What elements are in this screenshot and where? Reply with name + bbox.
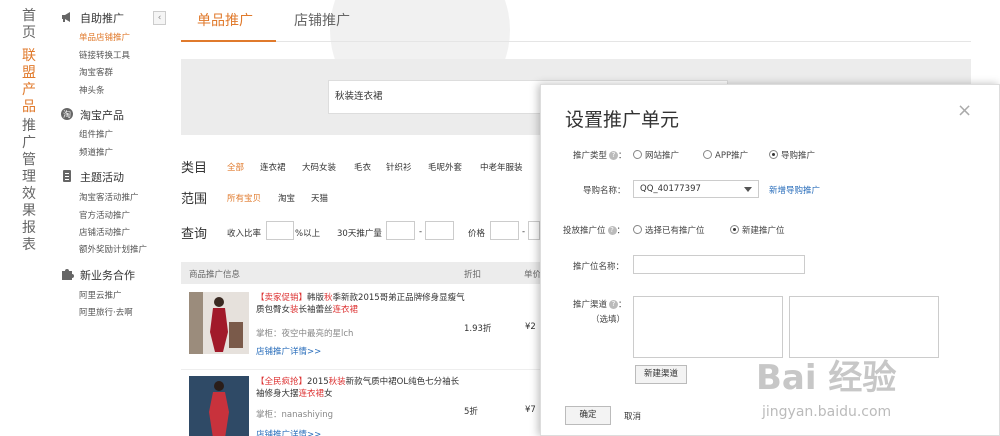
channel-label: 推广渠道?： xyxy=(573,300,627,310)
sidebar-item-headline[interactable]: 神头条 xyxy=(79,84,105,96)
active-tab-indicator xyxy=(181,40,276,42)
radio-new-slot[interactable]: 新建推广位 xyxy=(730,224,785,236)
shop-detail-link[interactable]: 店铺推广详情>> xyxy=(256,345,321,357)
tab-single-item[interactable]: 单品推广 xyxy=(197,10,253,30)
product-thumbnail[interactable] xyxy=(189,376,249,436)
radio-guide-promotion[interactable]: 导购推广 xyxy=(769,149,815,161)
category-wool-coat[interactable]: 毛呢外套 xyxy=(428,161,462,173)
sidebar-item-channel-promotion[interactable]: 频道推广 xyxy=(79,146,113,158)
product-title-link[interactable]: 【全民疯抢】2015秋装新款气质中裙OL纯色七分袖长袖修身大摆连衣裙女 xyxy=(256,376,466,400)
new-guide-link[interactable]: 新增导购推广 xyxy=(769,184,820,196)
new-channel-button[interactable]: 新建渠道 xyxy=(635,365,687,384)
watermark-logo: Bai 经验 xyxy=(756,358,897,398)
scope-label: 范围 xyxy=(181,192,208,207)
ratio-label: 收入比率 xyxy=(227,229,262,239)
price-value: ¥7 xyxy=(525,405,536,415)
sidebar-item-taoke-group[interactable]: 淘宝客群 xyxy=(79,66,113,78)
scope-taobao[interactable]: 淘宝 xyxy=(278,192,295,204)
category-label: 类目 xyxy=(181,161,208,176)
table-row: 【卖家促销】韩版秋季新款2015哥弟正品牌修身显瘦气质包臀女装长袖蕾丝连衣裙 掌… xyxy=(181,286,541,370)
category-knitwear[interactable]: 针织衫 xyxy=(386,161,412,173)
price-max-input[interactable] xyxy=(528,221,540,240)
header-discount: 折扣 xyxy=(464,270,482,280)
category-sweater[interactable]: 毛衣 xyxy=(354,161,371,173)
chevron-down-icon xyxy=(744,187,752,192)
svg-text:淘: 淘 xyxy=(63,109,71,119)
volume-dash: - xyxy=(419,227,423,237)
help-icon[interactable]: ? xyxy=(607,226,617,235)
header-product-info: 商品推广信息 xyxy=(189,270,241,280)
shop-owner: 掌柜：夜空中最亮的星lch xyxy=(256,329,354,339)
price-min-input[interactable] xyxy=(490,221,519,240)
shop-detail-link[interactable]: 店铺推广详情>> xyxy=(256,428,321,436)
sidebar-item-extra-reward[interactable]: 额外奖励计划推广 xyxy=(79,243,147,255)
radio-website-promotion[interactable]: 网站推广 xyxy=(633,149,679,161)
nav-item-home[interactable]: 首页 xyxy=(22,8,38,42)
taobao-icon: 淘 xyxy=(61,108,73,120)
sidebar-item-taoke-activity[interactable]: 淘宝客活动推广 xyxy=(79,191,139,203)
watermark-url: jingyan.baidu.com xyxy=(762,404,892,420)
guide-name-label: 导购名称： xyxy=(583,186,626,196)
section-title-taobao-products: 淘宝产品 xyxy=(80,109,124,122)
primary-vertical-nav: 首页 联盟产品 推广管理 效果报表 xyxy=(0,0,52,436)
help-icon[interactable]: ? xyxy=(609,300,619,309)
category-elderly[interactable]: 中老年服装 xyxy=(480,161,523,173)
scope-all[interactable]: 所有宝贝 xyxy=(227,192,261,204)
sidebar-item-aliyun[interactable]: 阿里云推广 xyxy=(79,289,122,301)
nav-item-alliance-products[interactable]: 联盟产品 xyxy=(22,48,38,116)
cancel-button[interactable]: 取消 xyxy=(624,410,641,422)
puzzle-icon xyxy=(62,269,74,280)
radio-existing-slot[interactable]: 选择已有推广位 xyxy=(633,224,705,236)
ratio-input[interactable] xyxy=(266,221,294,240)
list-icon xyxy=(63,170,71,182)
category-all[interactable]: 全部 xyxy=(227,161,244,173)
dialog-title: 设置推广单元 xyxy=(565,109,680,131)
section-title-theme-activities: 主题活动 xyxy=(80,171,124,184)
section-title-new-business: 新业务合作 xyxy=(80,269,135,282)
query-label: 查询 xyxy=(181,227,208,242)
category-plus-size[interactable]: 大码女装 xyxy=(302,161,336,173)
nav-item-promotion-management[interactable]: 推广管理 xyxy=(22,118,38,186)
ratio-suffix: %以上 xyxy=(295,229,321,239)
baidu-jingyan-watermark: Bai 经验 jingyan.baidu.com xyxy=(756,340,996,436)
sidebar-item-link-converter[interactable]: 链接转换工具 xyxy=(79,49,130,61)
slot-name-input[interactable] xyxy=(633,255,805,274)
megaphone-icon xyxy=(62,12,70,22)
discount-value: 1.93折 xyxy=(464,324,492,334)
guide-name-select[interactable]: QQ_40177397 xyxy=(633,180,759,198)
tab-shop[interactable]: 店铺推广 xyxy=(294,10,350,30)
header-unit-price: 单价 xyxy=(524,270,542,280)
secondary-sidebar: 自助推广 单品店铺推广 链接转换工具 淘宝客群 神头条 淘 淘宝产品 组件推广 … xyxy=(52,0,170,436)
tab-bar: 单品推广 店铺推广 xyxy=(181,0,971,42)
product-thumbnail[interactable] xyxy=(189,292,249,354)
sidebar-item-official-activity[interactable]: 官方活动推广 xyxy=(79,209,130,221)
channel-optional-hint: （选填） xyxy=(591,315,626,325)
confirm-button[interactable]: 确定 xyxy=(565,406,611,425)
category-dress[interactable]: 连衣裙 xyxy=(260,161,286,173)
sidebar-item-single-shop-promotion[interactable]: 单品店铺推广 xyxy=(79,31,130,43)
volume-max-input[interactable] xyxy=(425,221,454,240)
radio-app-promotion[interactable]: APP推广 xyxy=(703,149,748,161)
promo-type-label: 推广类型?： xyxy=(573,151,627,161)
table-row: 【全民疯抢】2015秋装新款气质中裙OL纯色七分袖长袖修身大摆连衣裙女 掌柜：n… xyxy=(181,370,541,436)
discount-value: 5折 xyxy=(464,407,478,417)
product-title-link[interactable]: 【卖家促销】韩版秋季新款2015哥弟正品牌修身显瘦气质包臀女装长袖蕾丝连衣裙 xyxy=(256,292,466,316)
volume-label: 30天推广量 xyxy=(337,229,382,239)
sidebar-item-widget-promotion[interactable]: 组件推广 xyxy=(79,128,113,140)
sidebar-item-shop-activity[interactable]: 店铺活动推广 xyxy=(79,226,130,238)
slot-name-label: 推广位名称： xyxy=(573,262,625,272)
scope-tmall[interactable]: 天猫 xyxy=(311,192,328,204)
shop-owner: 掌柜：nanashiying xyxy=(256,410,334,420)
price-dash: - xyxy=(522,227,526,237)
close-icon[interactable]: × xyxy=(957,100,972,121)
volume-min-input[interactable] xyxy=(386,221,415,240)
sidebar-item-alitrip[interactable]: 阿里旅行·去啊 xyxy=(79,306,133,318)
help-icon[interactable]: ? xyxy=(609,151,619,160)
nav-item-reports[interactable]: 效果报表 xyxy=(22,186,38,254)
price-value: ¥2 xyxy=(525,322,536,332)
sidebar-collapse-button[interactable]: ‹ xyxy=(153,11,166,25)
price-label: 价格 xyxy=(468,229,486,239)
slot-label: 投放推广位?： xyxy=(563,226,626,236)
section-title-self-promotion: 自助推广 xyxy=(80,12,124,25)
